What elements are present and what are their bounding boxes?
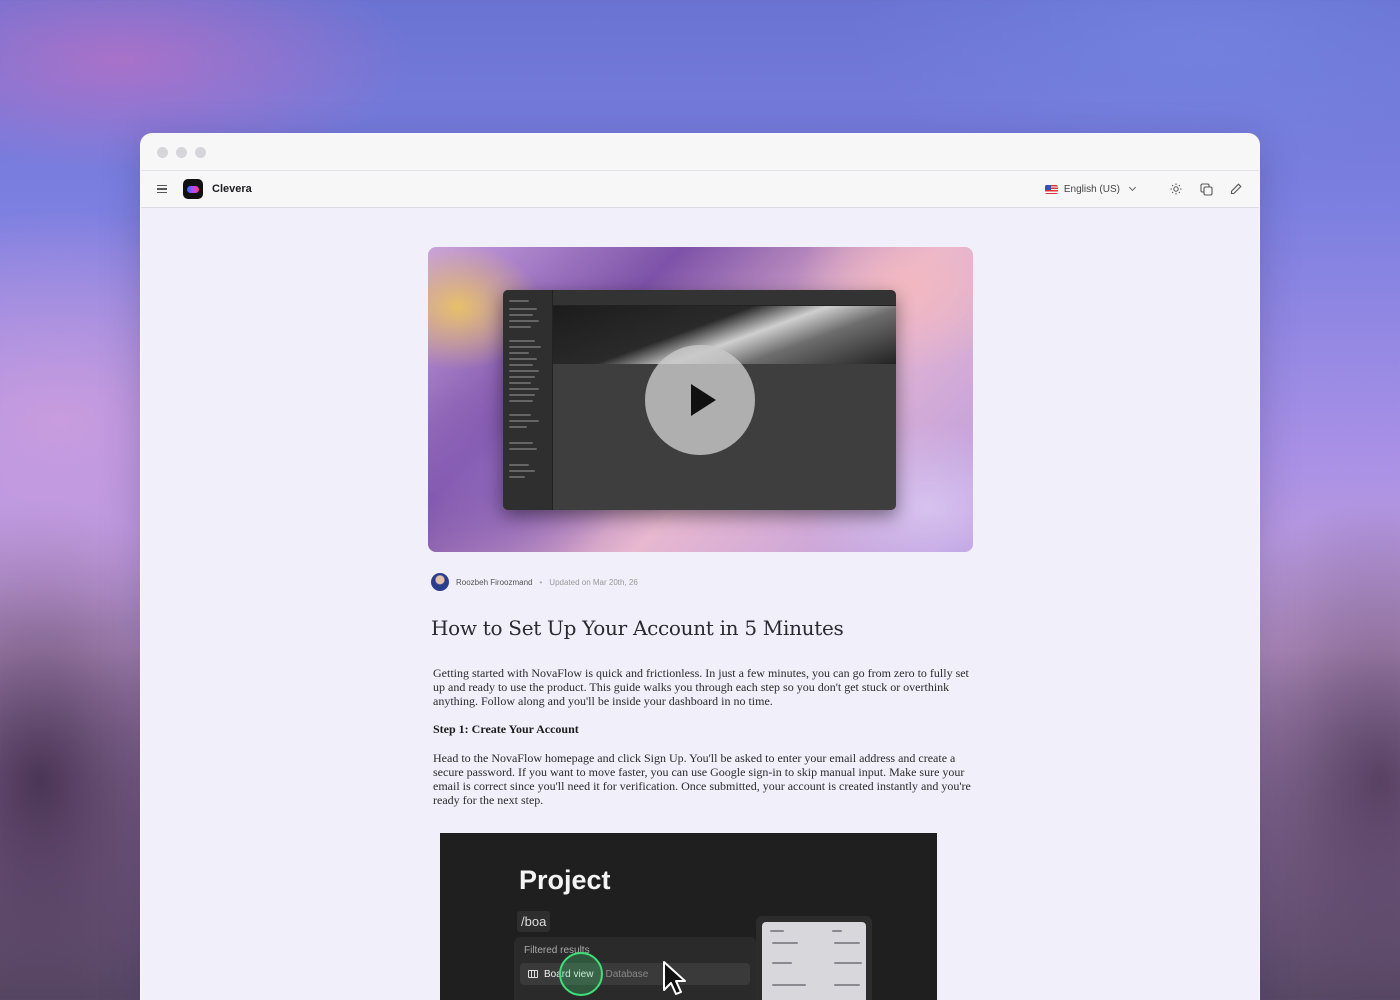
pencil-icon[interactable] xyxy=(1229,182,1243,196)
language-selector[interactable]: English (US) xyxy=(1044,183,1137,195)
meta-separator: • xyxy=(539,577,543,587)
hamburger-menu-icon[interactable] xyxy=(157,185,167,193)
sun-icon[interactable] xyxy=(1169,182,1183,196)
brand-name: Clevera xyxy=(212,183,252,195)
intro-paragraph: Getting started with NovaFlow is quick a… xyxy=(433,666,969,708)
window-titlebar xyxy=(141,134,1259,171)
slash-command: /boa xyxy=(517,911,551,932)
article-title: How to Set Up Your Account in 5 Minutes xyxy=(431,616,844,640)
mouse-cursor-icon xyxy=(663,961,686,995)
updated-date: Updated on Mar 20th, 26 xyxy=(549,577,638,587)
language-label: English (US) xyxy=(1063,183,1120,195)
embedded-screenshot: Project /boa Filtered results Board view… xyxy=(440,833,937,1000)
step-1-paragraph: Head to the NovaFlow homepage and click … xyxy=(433,751,971,807)
video-player[interactable] xyxy=(428,247,973,552)
filtered-results-menu: Filtered results Board view Database xyxy=(514,937,756,1000)
brand-logo xyxy=(183,179,203,199)
click-highlight xyxy=(559,952,603,996)
copy-icon[interactable] xyxy=(1199,182,1213,196)
article: Roozbeh Firoozmand • Updated on Mar 20th… xyxy=(428,247,973,807)
author-avatar xyxy=(431,573,449,591)
chevron-down-icon xyxy=(1128,183,1137,192)
us-flag-icon xyxy=(1044,184,1058,194)
window-minimize-button[interactable] xyxy=(176,146,187,158)
step-1-heading: Step 1: Create Your Account xyxy=(433,722,579,736)
article-meta: Roozbeh Firoozmand • Updated on Mar 20th… xyxy=(431,573,973,591)
board-preview xyxy=(756,916,872,1000)
play-icon xyxy=(690,384,716,416)
screenshot-title: Project xyxy=(519,865,611,895)
app-header: Clevera English (US) xyxy=(141,171,1259,208)
app-window: Clevera English (US) Roozbeh Firoozmand … xyxy=(140,133,1260,1000)
database-label: Database xyxy=(605,968,649,980)
play-button[interactable] xyxy=(645,345,755,455)
window-zoom-button[interactable] xyxy=(195,146,206,158)
board-view-option: Board view Database xyxy=(520,963,750,985)
window-close-button[interactable] xyxy=(157,146,168,158)
board-icon xyxy=(528,970,538,978)
author-name: Roozbeh Firoozmand xyxy=(456,577,533,587)
